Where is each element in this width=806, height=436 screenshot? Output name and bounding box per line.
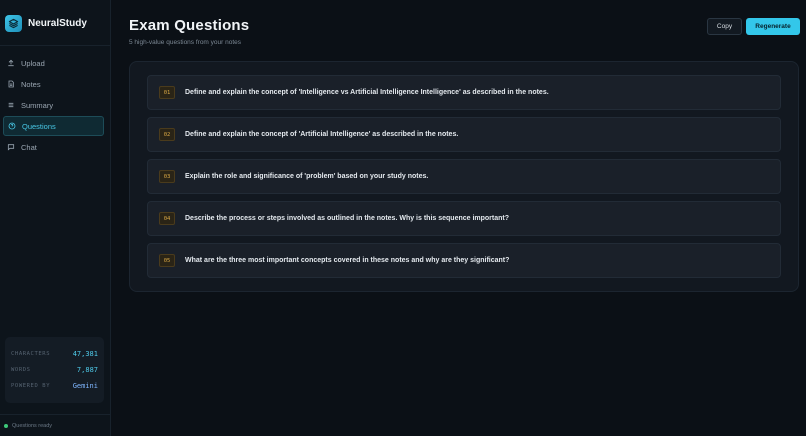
sidebar-item-label: Chat (21, 142, 37, 152)
question-number-badge: 04 (159, 212, 175, 225)
brand-name: NeuralStudy (28, 18, 87, 29)
sidebar-item-chat[interactable]: Chat (3, 137, 104, 157)
app-root: NeuralStudy Upload Notes Summary Questio… (0, 0, 806, 436)
stat-value: 47,381 (72, 350, 98, 358)
question-card[interactable]: 04 Describe the process or steps involve… (147, 201, 781, 236)
regenerate-button[interactable]: Regenerate (746, 18, 800, 35)
upload-icon (7, 59, 15, 67)
question-text: Define and explain the concept of 'Artif… (185, 131, 459, 138)
stat-label: WORDS (11, 367, 31, 373)
question-number-badge: 05 (159, 254, 175, 267)
sidebar-item-summary[interactable]: Summary (3, 95, 104, 115)
sidebar-item-label: Summary (21, 100, 54, 110)
question-card[interactable]: 01 Define and explain the concept of 'In… (147, 75, 781, 110)
stat-row: WORDS 7,887 (11, 362, 98, 378)
question-number-badge: 01 (159, 86, 175, 99)
page-title: Exam Questions (129, 17, 250, 34)
sidebar-item-label: Questions (22, 121, 56, 131)
chat-icon (7, 143, 15, 151)
question-card[interactable]: 05 What are the three most important con… (147, 243, 781, 278)
help-circle-icon (8, 122, 16, 130)
status-text: Questions ready (12, 422, 53, 429)
list-icon (7, 101, 15, 109)
question-number-badge: 03 (159, 170, 175, 183)
stat-value: Gemini (72, 382, 98, 390)
sidebar-item-upload[interactable]: Upload (3, 53, 104, 73)
status-dot-icon (4, 423, 8, 428)
sidebar-item-notes[interactable]: Notes (3, 74, 104, 94)
question-text: What are the three most important concep… (185, 257, 510, 264)
question-number-badge: 02 (159, 128, 175, 141)
stats-panel: CHARACTERS 47,381 WORDS 7,887 POWERED BY… (5, 337, 104, 403)
sidebar: NeuralStudy Upload Notes Summary Questio… (0, 0, 111, 436)
page-subtitle: 5 high-value questions from your notes (129, 39, 242, 46)
sidebar-nav: Upload Notes Summary Questions Chat (0, 46, 110, 157)
question-text: Define and explain the concept of 'Intel… (185, 89, 549, 96)
question-card[interactable]: 03 Explain the role and significance of … (147, 159, 781, 194)
question-text: Explain the role and significance of 'pr… (185, 173, 429, 180)
stat-value: 7,887 (76, 366, 98, 374)
layers-icon (5, 15, 22, 32)
file-icon (7, 80, 15, 88)
stat-row: POWERED BY Gemini (11, 378, 98, 394)
stat-label: CHARACTERS (11, 351, 51, 357)
questions-panel: 01 Define and explain the concept of 'In… (129, 61, 799, 292)
brand: NeuralStudy (0, 0, 110, 38)
copy-button[interactable]: Copy (707, 18, 742, 35)
sidebar-item-label: Upload (21, 58, 45, 68)
stat-row: CHARACTERS 47,381 (11, 346, 98, 362)
sidebar-item-questions[interactable]: Questions (3, 116, 104, 136)
question-card[interactable]: 02 Define and explain the concept of 'Ar… (147, 117, 781, 152)
question-text: Describe the process or steps involved a… (185, 215, 510, 222)
main-content: Exam Questions 5 high-value questions fr… (111, 0, 806, 436)
sidebar-item-label: Notes (21, 79, 41, 89)
stat-label: POWERED BY (11, 383, 51, 389)
status-bar: Questions ready (0, 414, 111, 436)
